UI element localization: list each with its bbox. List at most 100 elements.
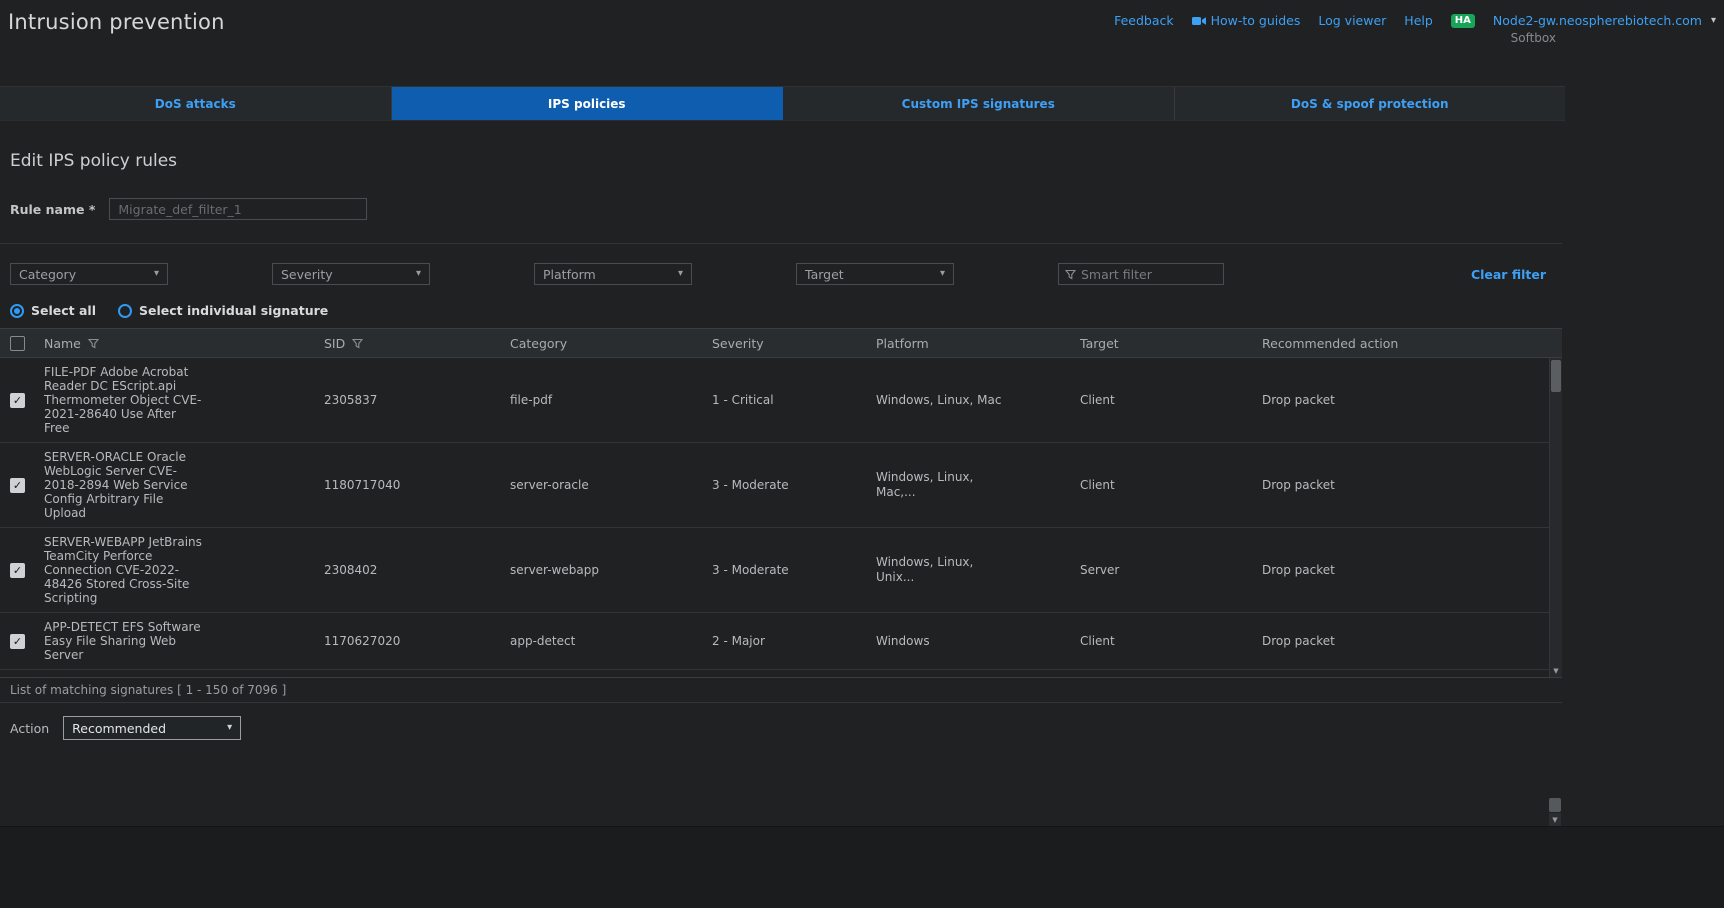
chevron-down-icon: ▾	[678, 269, 683, 279]
radio-selected-icon	[10, 304, 24, 318]
column-header-recommended-action: Recommended action	[1262, 336, 1562, 351]
selection-mode-row: Select all Select individual signature	[10, 303, 1562, 318]
table-scrollbar[interactable]: ▼	[1549, 358, 1562, 677]
severity-dropdown-label: Severity	[281, 267, 333, 282]
results-summary: List of matching signatures [ 1 - 150 of…	[0, 677, 1562, 703]
severity-dropdown[interactable]: Severity ▾	[272, 263, 430, 285]
rule-name-row: Rule name *	[10, 197, 1562, 221]
howto-guides-link[interactable]: How-to guides	[1192, 13, 1301, 28]
category-dropdown[interactable]: Category ▾	[10, 263, 168, 285]
smart-filter-input[interactable]	[1081, 267, 1217, 282]
column-header-target: Target	[1080, 336, 1262, 351]
chevron-down-icon: ▾	[1711, 15, 1716, 26]
tab-bar: DoS attacks IPS policies Custom IPS sign…	[0, 86, 1565, 121]
bottom-strip	[0, 826, 1724, 908]
howto-guides-label: How-to guides	[1211, 13, 1301, 28]
scroll-down-button[interactable]: ▼	[1550, 664, 1562, 677]
signature-action: Drop packet	[1262, 627, 1562, 655]
select-all-radio[interactable]: Select all	[10, 303, 96, 318]
rule-name-label: Rule name *	[10, 202, 95, 217]
signature-severity: 3 - Moderate	[712, 471, 876, 499]
signature-platform: Windows, Linux, Unix...	[876, 548, 1008, 592]
signature-name: SERVER-WEBAPP JetBrains TeamCity Perforc…	[44, 528, 202, 612]
ha-status-badge: HA	[1451, 14, 1475, 28]
device-name: Softbox	[1511, 31, 1556, 45]
signature-platform: Windows	[876, 627, 1008, 656]
clear-filter-link[interactable]: Clear filter	[1471, 267, 1546, 282]
select-individual-label: Select individual signature	[139, 303, 328, 318]
signature-table-body: ✓ FILE-PDF Adobe Acrobat Reader DC EScri…	[0, 358, 1562, 677]
page-title: Intrusion prevention	[8, 10, 225, 34]
signature-category: file-pdf	[510, 386, 712, 414]
column-header-category: Category	[510, 336, 712, 351]
top-header: Intrusion prevention Feedback How-to gui…	[0, 0, 1724, 70]
log-viewer-link[interactable]: Log viewer	[1318, 13, 1386, 28]
row-checkbox[interactable]: ✓	[10, 563, 25, 578]
table-row: ✓ SERVER-WEBAPP JetBrains TeamCity Perfo…	[0, 528, 1562, 613]
page-scrollbar-thumb[interactable]	[1549, 798, 1561, 812]
radio-unselected-icon	[118, 304, 132, 318]
signature-action: Drop packet	[1262, 556, 1562, 584]
select-all-checkbox[interactable]	[10, 336, 25, 351]
filter-row: Category ▾ Severity ▾ Platform ▾ Target …	[0, 262, 1562, 286]
divider	[0, 243, 1562, 244]
feedback-link[interactable]: Feedback	[1114, 13, 1174, 28]
signature-name: FILE-PDF Adobe Acrobat Reader DC EScript…	[44, 358, 202, 442]
target-dropdown[interactable]: Target ▾	[796, 263, 954, 285]
row-checkbox[interactable]: ✓	[10, 393, 25, 408]
chevron-down-icon: ▾	[227, 723, 232, 733]
check-icon: ✓	[13, 479, 22, 492]
signature-target: Client	[1080, 386, 1262, 414]
signature-severity: 3 - Moderate	[712, 556, 876, 584]
signature-name: SERVER-ORACLE Oracle WebLogic Server CVE…	[44, 443, 202, 527]
tab-custom-ips-signatures[interactable]: Custom IPS signatures	[783, 87, 1175, 120]
tab-ips-policies[interactable]: IPS policies	[392, 87, 784, 120]
platform-dropdown[interactable]: Platform ▾	[534, 263, 692, 285]
section-title: Edit IPS policy rules	[10, 151, 1562, 171]
category-dropdown-label: Category	[19, 267, 76, 282]
tab-dos-attacks[interactable]: DoS attacks	[0, 87, 392, 120]
page-scroll-down-button[interactable]: ▼	[1549, 813, 1561, 826]
action-row: Action Recommended ▾	[10, 716, 1562, 740]
select-individual-radio[interactable]: Select individual signature	[118, 303, 328, 318]
column-header-sid: SID	[324, 336, 345, 351]
chevron-down-icon: ▾	[940, 269, 945, 279]
table-row: ✓ SERVER-ORACLE Oracle WebLogic Server C…	[0, 443, 1562, 528]
table-row: ✓ APP-DETECT EFS Software Easy File Shar…	[0, 613, 1562, 670]
table-header: Name SID Category Severity Platform Targ…	[0, 328, 1562, 358]
node-menu-label: Node2-gw.neospherebiotech.com	[1493, 13, 1702, 28]
signature-target: Client	[1080, 627, 1262, 655]
row-checkbox[interactable]: ✓	[10, 634, 25, 649]
header-links: Feedback How-to guides Log viewer Help H…	[1114, 13, 1716, 28]
chevron-down-icon: ▾	[416, 269, 421, 279]
action-select[interactable]: Recommended ▾	[63, 716, 241, 740]
signature-platform: Windows, Linux, Mac,...	[876, 463, 1008, 507]
scrollbar-thumb[interactable]	[1551, 360, 1561, 392]
video-camera-icon	[1192, 15, 1206, 27]
check-icon: ✓	[13, 394, 22, 407]
sid-filter-funnel-icon[interactable]	[352, 338, 363, 349]
column-header-severity: Severity	[712, 336, 876, 351]
signature-target: Client	[1080, 471, 1262, 499]
signature-action: Drop packet	[1262, 386, 1562, 414]
tab-dos-spoof-protection[interactable]: DoS & spoof protection	[1175, 87, 1566, 120]
signature-severity: 1 - Critical	[712, 386, 876, 414]
funnel-icon	[1065, 269, 1076, 280]
row-checkbox[interactable]: ✓	[10, 478, 25, 493]
signature-sid: 1180717040	[324, 471, 510, 499]
node-menu[interactable]: Node2-gw.neospherebiotech.com ▾	[1493, 13, 1716, 28]
help-link[interactable]: Help	[1404, 13, 1433, 28]
signature-target: Server	[1080, 556, 1262, 584]
rule-name-input[interactable]	[109, 198, 367, 220]
smart-filter-field	[1058, 263, 1224, 285]
check-icon: ✓	[13, 564, 22, 577]
signature-severity: 2 - Major	[712, 627, 876, 655]
signature-category: server-webapp	[510, 556, 712, 584]
signature-action: Drop packet	[1262, 471, 1562, 499]
signature-name: APP-DETECT EFS Software Easy File Sharin…	[44, 613, 202, 669]
select-all-label: Select all	[31, 303, 96, 318]
name-filter-funnel-icon[interactable]	[88, 338, 99, 349]
action-label: Action	[10, 721, 49, 736]
signature-sid: 1170627020	[324, 627, 510, 655]
action-select-value: Recommended	[72, 721, 166, 736]
